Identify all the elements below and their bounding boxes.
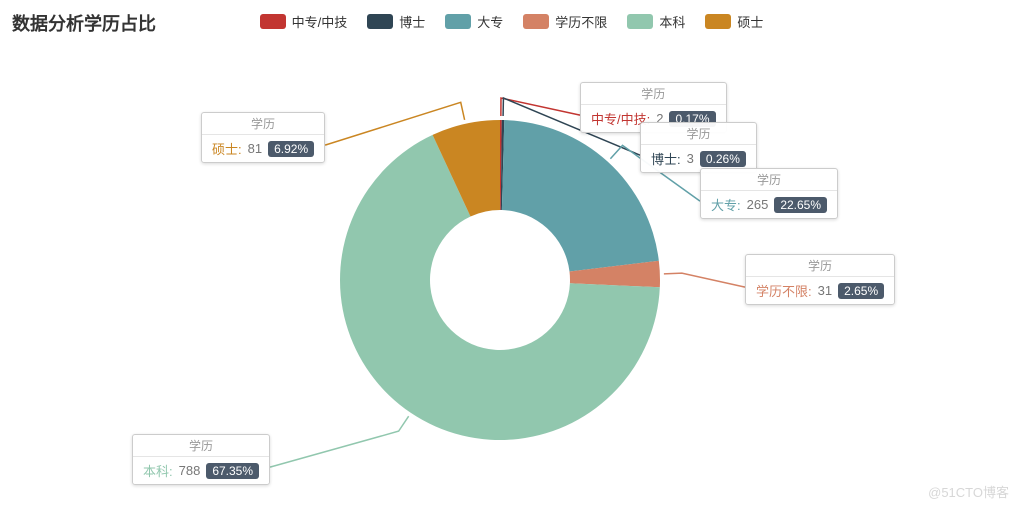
leader-line-4 — [270, 416, 409, 467]
slice-label-value: 788 — [179, 463, 201, 478]
slice-label-body: 本科: 788 67.35% — [133, 457, 269, 484]
slice-label-name: 大专: — [711, 195, 741, 214]
slice-label-name: 博士: — [651, 149, 681, 168]
slice-label-value: 265 — [747, 197, 769, 212]
slice-label-header: 学历 — [701, 169, 837, 191]
leader-line-3 — [664, 273, 745, 287]
slice-label-5: 学历硕士: 81 6.92% — [201, 112, 325, 163]
slice-label-name: 本科: — [143, 461, 173, 480]
slice-label-percent: 2.65% — [838, 283, 884, 299]
watermark: @51CTO博客 — [928, 482, 1009, 501]
slice-label-name: 硕士: — [212, 139, 242, 158]
slice-label-percent: 6.92% — [268, 141, 314, 157]
slice-label-header: 学历 — [581, 83, 726, 105]
slice-label-percent: 67.35% — [206, 463, 259, 479]
slice-label-4: 学历本科: 788 67.35% — [132, 434, 270, 485]
slice-label-header: 学历 — [641, 123, 756, 145]
slice-label-percent: 22.65% — [774, 197, 827, 213]
slice-label-body: 学历不限: 31 2.65% — [746, 277, 894, 304]
slice-label-percent: 0.26% — [700, 151, 746, 167]
slice-label-2: 学历大专: 265 22.65% — [700, 168, 838, 219]
slice-label-value: 31 — [818, 283, 832, 298]
slice-label-header: 学历 — [133, 435, 269, 457]
slice-label-body: 硕士: 81 6.92% — [202, 135, 324, 162]
slice-label-header: 学历 — [202, 113, 324, 135]
slice-label-header: 学历 — [746, 255, 894, 277]
pie-slice-2[interactable] — [502, 120, 659, 272]
slice-label-value: 81 — [248, 141, 262, 156]
slice-label-body: 大专: 265 22.65% — [701, 191, 837, 218]
slice-label-1: 学历博士: 3 0.26% — [640, 122, 757, 173]
slice-label-name: 学历不限: — [756, 281, 812, 300]
slice-label-3: 学历学历不限: 31 2.65% — [745, 254, 895, 305]
slice-label-value: 3 — [687, 151, 694, 166]
